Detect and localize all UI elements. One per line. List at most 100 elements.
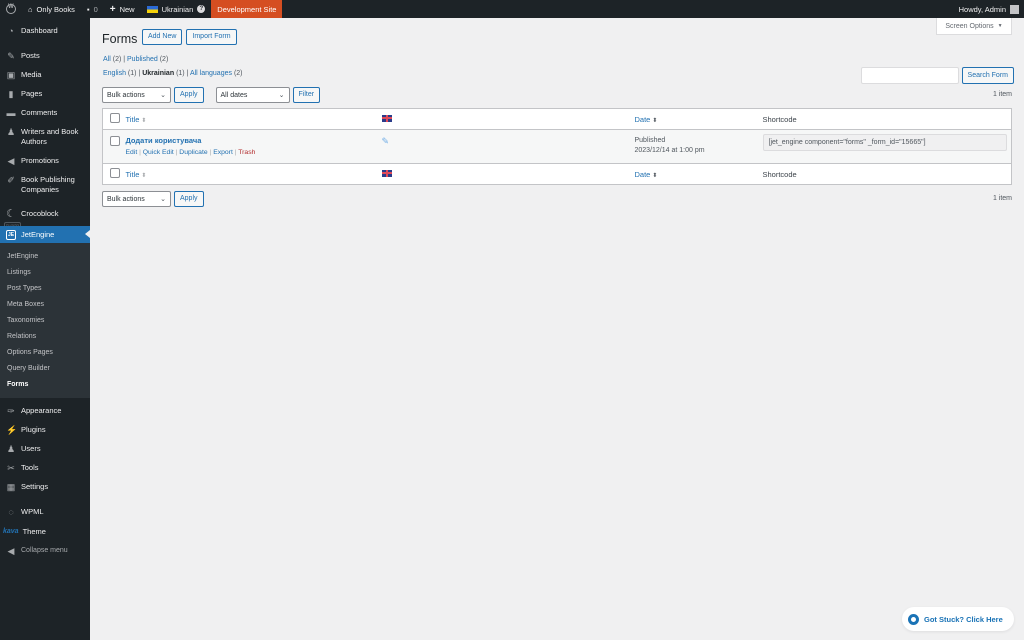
comment-icon: ▪ (86, 4, 90, 14)
screen-options-button[interactable]: Screen Options ▼ (936, 18, 1012, 35)
language-filters: English (1) | Ukrainian (1) | All langua… (103, 70, 243, 77)
sidebar-item-crocoblock[interactable]: ☾ Crocoblock (0, 209, 90, 220)
uk-flag-icon (381, 114, 392, 122)
trash-link[interactable]: Trash (238, 149, 255, 156)
bulk-actions-select[interactable]: Bulk actions ⌄ (102, 87, 171, 103)
import-form-button[interactable]: Import Form (186, 29, 237, 45)
submenu-taxonomies[interactable]: Taxonomies (0, 313, 90, 329)
date-column-sort[interactable]: Date ⬍ (635, 115, 658, 124)
chevron-down-icon: ⌄ (160, 196, 166, 203)
language-switcher[interactable]: Ukrainian? (141, 0, 212, 18)
wp-logo-menu[interactable] (0, 0, 22, 18)
site-name-link[interactable]: ⌂ Only Books (22, 0, 81, 18)
sidebar-item-tools[interactable]: ✂ Tools (0, 463, 90, 473)
apply-button[interactable]: Apply (174, 87, 204, 103)
filter-all-languages[interactable]: All languages (190, 70, 232, 77)
quick-edit-link[interactable]: Quick Edit (143, 149, 174, 156)
sidebar-item-plugins[interactable]: ⚡ Plugins (0, 425, 90, 435)
uk-flag-icon (381, 169, 392, 177)
title-column-sort-footer[interactable]: Title ⬍ (126, 170, 147, 179)
submenu-relations[interactable]: Relations (0, 329, 90, 345)
edit-link[interactable]: Edit (126, 149, 138, 156)
sidebar-item-media[interactable]: ▣ Media (0, 70, 90, 80)
shortcode-column-footer: Shortcode (762, 163, 1012, 185)
comments-link[interactable]: ▪ 0 (81, 0, 104, 18)
kava-icon: kava (3, 528, 19, 535)
select-all-checkbox-footer[interactable] (110, 168, 120, 178)
development-site-badge[interactable]: Development Site (211, 0, 283, 18)
pin-icon: ✎ (7, 51, 15, 61)
sidebar-item-dashboard[interactable]: ◔ Dashboard (0, 26, 90, 36)
sidebar-item-comments[interactable]: ▬ Comments (0, 108, 90, 118)
sidebar-item-theme[interactable]: kava Theme (0, 527, 90, 537)
bulk-actions-select-bottom[interactable]: Bulk actions ⌄ (102, 191, 171, 207)
sidebar-item-promotions[interactable]: ◀ Promotions (0, 156, 90, 166)
sidebar-item-writers[interactable]: ♟ Writers and Book Authors (0, 127, 90, 147)
submenu-forms[interactable]: Forms (0, 377, 90, 393)
sidebar-item-posts[interactable]: ✎ Posts (0, 51, 90, 61)
chevron-down-icon: ⌄ (160, 92, 166, 99)
sidebar-item-appearance[interactable]: ✑ Appearance (0, 406, 90, 416)
date-column-sort-footer[interactable]: Date ⬍ (635, 170, 658, 179)
submenu-jetengine[interactable]: JetEngine (0, 249, 90, 265)
new-content-link[interactable]: + New (104, 0, 141, 18)
pencil-icon[interactable]: ✎ (382, 136, 390, 146)
search-input[interactable] (860, 67, 959, 84)
search-box: Search Form (860, 67, 1014, 84)
dashboard-icon: ◔ (8, 26, 14, 36)
filter-ukrainian[interactable]: Ukrainian (142, 70, 174, 77)
caret-down-icon: ▼ (997, 23, 1003, 29)
home-icon: ⌂ (28, 4, 33, 14)
pages-icon: ▮ (8, 89, 14, 99)
user-account-menu[interactable]: Howdy, Admin (959, 4, 1024, 14)
row-title-link[interactable]: Додати користувача (126, 136, 202, 145)
main-content: Screen Options ▼ Forms Add New Import For… (90, 18, 1024, 640)
page-title: Forms (102, 32, 138, 46)
submenu-options-pages[interactable]: Options Pages (0, 345, 90, 361)
submenu-meta-boxes[interactable]: Meta Boxes (0, 297, 90, 313)
submenu-post-types[interactable]: Post Types (0, 281, 90, 297)
media-icon: ▣ (6, 70, 16, 80)
lifebuoy-icon (908, 613, 919, 625)
filter-button[interactable]: Filter (292, 87, 321, 103)
edit-icon: ✐ (7, 175, 15, 185)
settings-icon: ▦ (6, 482, 16, 492)
search-form-button[interactable]: Search Form (961, 67, 1014, 84)
shortcode-field[interactable]: [jet_engine component="forms" _form_id="… (762, 134, 1007, 151)
megaphone-icon: ◀ (7, 156, 15, 166)
comment-icon: ▬ (6, 108, 16, 118)
sidebar-item-users[interactable]: ♟ Users (0, 444, 90, 454)
sidebar-item-publishing[interactable]: ✐ Book Publishing Companies (0, 175, 90, 195)
sidebar-item-settings[interactable]: ▦ Settings (0, 482, 90, 492)
filter-english[interactable]: English (103, 70, 126, 77)
plugin-icon: ⚡ (6, 425, 18, 435)
dates-filter-select[interactable]: All dates ⌄ (215, 87, 290, 103)
title-column-sort[interactable]: Title ⬍ (126, 115, 147, 124)
wordpress-icon (6, 4, 16, 14)
post-date: 2023/12/14 at 1:00 pm (634, 147, 705, 154)
duplicate-link[interactable]: Duplicate (179, 149, 207, 156)
wpml-icon: ◌ (8, 507, 14, 517)
filter-all[interactable]: All (103, 56, 111, 63)
tablenav-bottom: Bulk actions ⌄ Apply (102, 191, 204, 207)
submenu-listings[interactable]: Listings (0, 265, 90, 281)
sidebar-item-jetengine[interactable]: JE JetEngine (0, 226, 90, 243)
admin-sidebar: ◔ Dashboard ✎ Posts ▣ Media ▮ Pages ▬ Comment… (0, 18, 90, 640)
tablenav-top: Bulk actions ⌄ Apply All dates ⌄ Filter (102, 87, 321, 103)
brush-icon: ✑ (7, 406, 15, 416)
row-checkbox[interactable] (110, 136, 120, 146)
items-count-bottom: 1 item (992, 195, 1012, 202)
sidebar-item-wpml[interactable]: ◌ WPML (0, 507, 90, 517)
got-stuck-button[interactable]: Got Stuck? Click Here (902, 607, 1014, 631)
select-all-checkbox[interactable] (110, 113, 120, 123)
add-new-button[interactable]: Add New (142, 29, 183, 45)
collapse-menu-button[interactable]: ◀ Collapse menu (0, 546, 90, 556)
user-icon: ♟ (6, 127, 16, 137)
filter-published[interactable]: Published (127, 56, 158, 63)
row-actions: Edit | Quick Edit | Duplicate | Export |… (125, 149, 256, 156)
export-link[interactable]: Export (213, 149, 233, 156)
sidebar-item-pages[interactable]: ▮ Pages (0, 89, 90, 99)
submenu-query-builder[interactable]: Query Builder (0, 361, 90, 377)
table-row: Додати користувача Edit | Quick Edit | D… (102, 129, 1012, 164)
apply-button-bottom[interactable]: Apply (174, 191, 204, 207)
